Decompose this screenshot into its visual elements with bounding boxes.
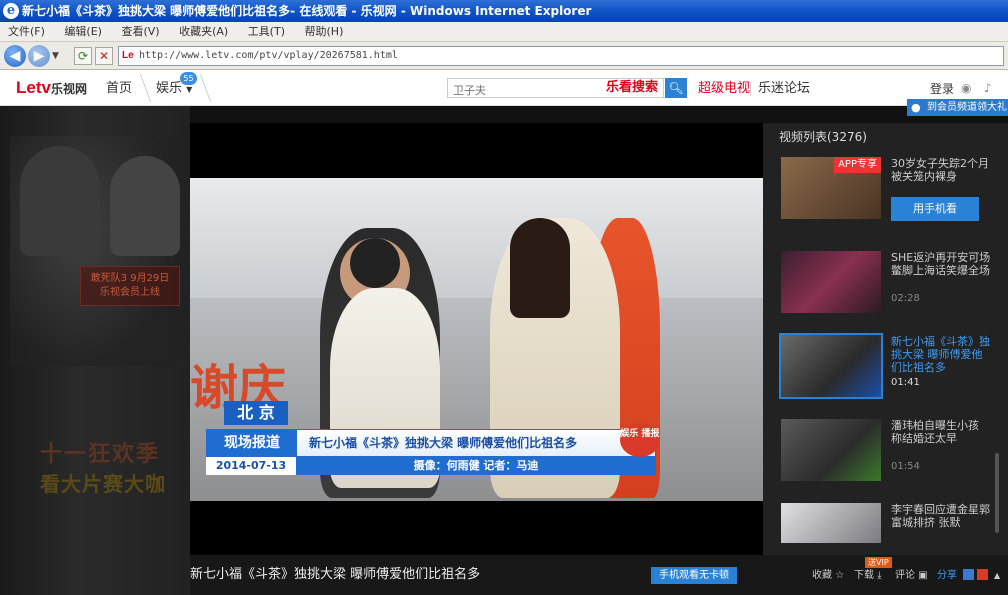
address-bar: ◀ ▶ ▼ ⟳ ✕ Le http://www.letv.com/ptv/vpl…	[0, 42, 1008, 70]
playlist-item[interactable]: APP专享 30岁女子失踪2个月 被关笼内裸身 用手机看	[781, 157, 1001, 225]
comment-icon: ▣	[918, 570, 928, 581]
search-button[interactable]: 🔍︎	[665, 78, 687, 98]
video-backdrop	[190, 178, 763, 298]
left-ad-panel[interactable]: 敢死队3 9月29日 乐视会员上线 十一狂欢季 看大片赛大咖	[0, 106, 190, 595]
chevron-up-icon[interactable]: ▲	[994, 569, 1000, 583]
share-button[interactable]: 分享	[937, 569, 957, 583]
search-brand-label: 乐看搜索	[605, 80, 658, 95]
menu-favorites[interactable]: 收藏夹(A)	[171, 22, 236, 42]
playlist-item-duration: 02:28	[891, 293, 920, 304]
ad-figure	[20, 146, 100, 256]
favorite-button[interactable]: 收藏 ☆	[812, 569, 844, 583]
vip-gift-tag: 送VIP	[865, 557, 892, 568]
playlist-item-duration: 01:41	[891, 377, 920, 388]
divider	[750, 82, 751, 96]
video-thumbnail[interactable]: APP专享	[781, 157, 881, 219]
ad-subheadline: 看大片赛大咖	[40, 472, 166, 496]
forward-arrow-icon[interactable]: ▶	[28, 45, 50, 67]
menu-bar: 文件(F) 编辑(E) 查看(V) 收藏夹(A) 工具(T) 帮助(H)	[0, 22, 1008, 42]
mobile-watch-button[interactable]: 手机观看无卡顿	[651, 567, 737, 584]
search-icon: 🔍︎	[668, 81, 684, 95]
playlist-item-title[interactable]: 李宇春回应遭金星郭富城排挤 张默	[891, 503, 991, 529]
playlist-item-title[interactable]: 潘玮柏自曝生小孩 称结婚还太早	[891, 419, 991, 445]
video-thumbnail[interactable]	[781, 251, 881, 313]
site-header: Letv乐视网 首页 娱乐 ▼ 55 乐看搜索 🔍︎ 超级电视 乐迷论坛 登录 …	[0, 70, 1008, 106]
playlist-item[interactable]: SHE返沪再开安可场 鳖脚上海话笑爆全场 02:28	[781, 251, 1001, 319]
site-favicon-icon: Le	[122, 50, 134, 61]
ad-headline: 十一狂欢季	[40, 442, 161, 467]
news-logo: 娱乐 播报	[620, 423, 660, 457]
menu-edit[interactable]: 编辑(E)	[56, 22, 110, 42]
news-headline: 新七小福《斗茶》独挑大梁 曝师傅爱他们比祖名多	[309, 436, 578, 450]
nav-home-link[interactable]: 首页	[106, 81, 132, 97]
bell-icon[interactable]: ♪	[984, 81, 992, 95]
video-player[interactable]: 谢庆 北 京 现场报道 新七小福《斗茶》独挑大梁 曝师傅爱他们比祖名多 2014…	[190, 123, 763, 555]
url-input[interactable]: Le http://www.letv.com/ptv/vplay/2026758…	[118, 46, 1004, 66]
share-qzone-icon[interactable]	[963, 569, 974, 580]
ie-logo-icon: e	[3, 3, 19, 19]
news-city-label: 北 京	[224, 401, 288, 425]
video-info-bar: 新七小福《斗茶》独挑大梁 曝师傅爱他们比祖名多 手机观看无卡顿 收藏 ☆ 送VI…	[190, 555, 1008, 595]
news-banner: 现场报道 新七小福《斗茶》独挑大梁 曝师傅爱他们比祖名多	[206, 429, 656, 457]
download-button[interactable]: 下载 ⤓	[854, 569, 882, 583]
menu-help[interactable]: 帮助(H)	[297, 22, 352, 42]
star-icon: ☆	[835, 570, 845, 581]
refresh-icon[interactable]: ⟳	[74, 47, 92, 65]
search-input[interactable]	[448, 82, 598, 100]
watch-on-phone-button[interactable]: 用手机看	[891, 197, 979, 221]
share-weibo-icon[interactable]	[977, 569, 988, 580]
video-child-hair	[350, 238, 400, 288]
search-box: 乐看搜索	[447, 78, 664, 100]
video-title: 新七小福《斗茶》独挑大梁 曝师傅爱他们比祖名多	[190, 567, 481, 582]
window-title-bar: 新七小福《斗茶》独挑大梁 曝师傅爱他们比祖名多- 在线观看 - 乐视网 - Wi…	[0, 0, 1008, 22]
login-link[interactable]: 登录	[930, 81, 954, 97]
menu-tools[interactable]: 工具(T)	[240, 22, 293, 42]
playlist-item-active[interactable]: 新七小福《斗茶》独挑大梁 曝师傅爱他们比祖名多 01:41	[779, 333, 1001, 403]
app-exclusive-badge: APP专享	[834, 157, 881, 173]
comment-button[interactable]: 评论 ▣	[895, 569, 928, 583]
playlist-panel: 视频列表(3276) APP专享 30岁女子失踪2个月 被关笼内裸身 用手机看 …	[763, 123, 1008, 555]
forum-link[interactable]: 乐迷论坛	[758, 81, 810, 97]
weibo-icon[interactable]: ◉	[961, 81, 971, 95]
playlist-item-duration: 01:54	[891, 461, 920, 472]
history-dropdown-icon[interactable]: ▼	[52, 51, 59, 61]
video-host-hair	[510, 218, 570, 318]
menu-file[interactable]: 文件(F)	[0, 22, 53, 42]
video-frame: 谢庆 北 京 现场报道 新七小福《斗茶》独挑大梁 曝师傅爱他们比祖名多 2014…	[190, 178, 763, 501]
playlist-item[interactable]: 潘玮柏自曝生小孩 称结婚还太早 01:54	[781, 419, 1001, 487]
download-icon: ⤓	[877, 570, 882, 581]
ad-promo-tag: 敢死队3 9月29日 乐视会员上线	[80, 266, 180, 306]
playlist-title: 视频列表(3276)	[779, 130, 867, 144]
super-tv-link[interactable]: 超级电视	[698, 81, 750, 97]
vip-banner[interactable]: ● 到会员频道领大礼	[907, 99, 1008, 116]
news-credit: 摄像：何雨健 记者：马迪	[296, 457, 656, 475]
news-date: 2014-07-13	[206, 457, 296, 475]
playlist-scrollbar[interactable]	[995, 453, 999, 533]
video-thumbnail[interactable]	[781, 419, 881, 481]
playlist-item[interactable]: 李宇春回应遭金星郭富城排挤 张默	[781, 503, 1001, 543]
playlist-item-title[interactable]: 新七小福《斗茶》独挑大梁 曝师傅爱他们比祖名多	[891, 335, 991, 374]
playlist-item-title[interactable]: 30岁女子失踪2个月 被关笼内裸身	[891, 157, 991, 183]
menu-view[interactable]: 查看(V)	[113, 22, 167, 42]
video-thumbnail[interactable]	[781, 503, 881, 543]
playlist-item-title[interactable]: SHE返沪再开安可场 鳖脚上海话笑爆全场	[891, 251, 991, 277]
back-arrow-icon[interactable]: ◀	[4, 45, 26, 67]
ad-figure	[110, 156, 180, 256]
video-thumbnail[interactable]	[779, 333, 883, 399]
user-icon: ●	[911, 101, 921, 114]
url-text: http://www.letv.com/ptv/vplay/20267581.h…	[139, 50, 398, 61]
window-title: 新七小福《斗茶》独挑大梁 曝师傅爱他们比祖名多- 在线观看 - 乐视网 - Wi…	[22, 4, 592, 18]
letv-logo[interactable]: Letv乐视网	[16, 78, 87, 99]
stop-icon[interactable]: ✕	[95, 47, 113, 65]
news-report-label: 现场报道	[207, 430, 297, 456]
